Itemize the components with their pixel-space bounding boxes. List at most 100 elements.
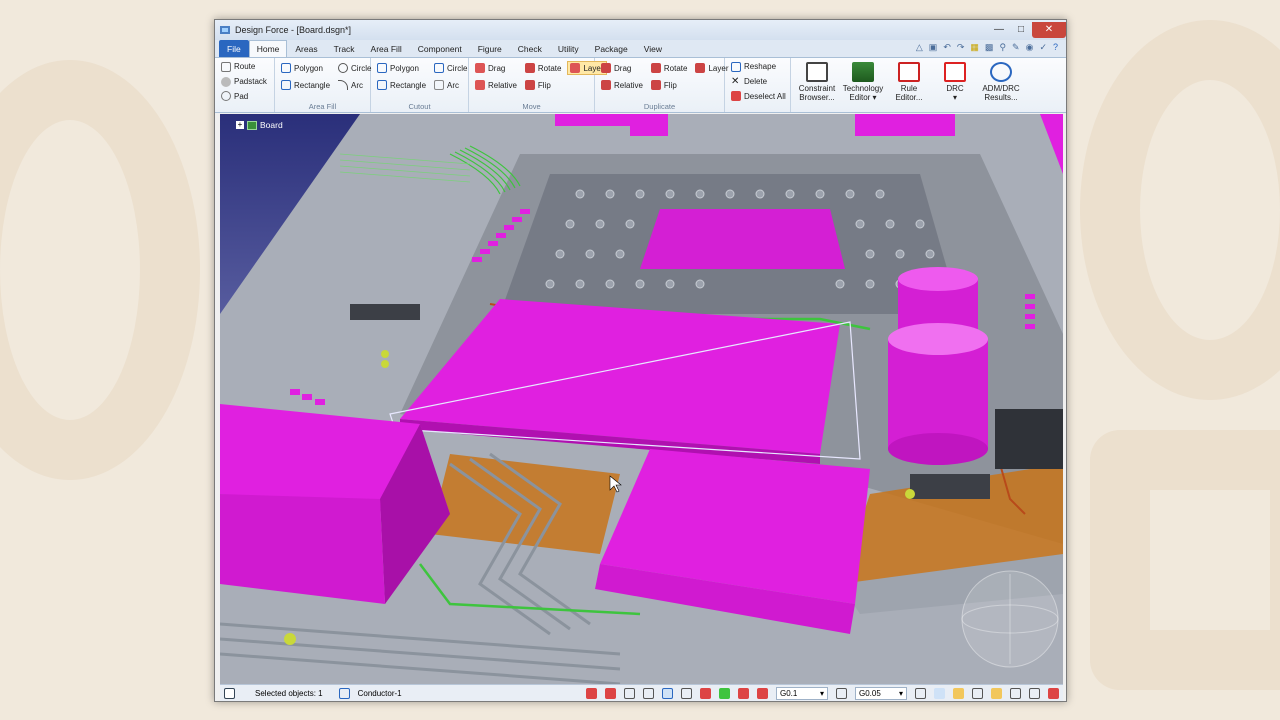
move-flip-button[interactable]: Flip bbox=[523, 78, 564, 92]
route-icon bbox=[221, 61, 231, 72]
network-icon[interactable]: ◉ bbox=[1026, 42, 1034, 53]
zoom-icon[interactable]: ⚲ bbox=[999, 42, 1006, 53]
undo-icon[interactable]: ↶ bbox=[943, 42, 951, 53]
tab-view[interactable]: View bbox=[636, 40, 670, 57]
app-icon bbox=[219, 24, 231, 36]
display-icon[interactable] bbox=[700, 687, 711, 699]
check-icon[interactable] bbox=[757, 687, 768, 699]
area-fill-polygon-button[interactable]: Polygon bbox=[279, 61, 332, 75]
move-drag-button[interactable]: Drag bbox=[473, 61, 519, 75]
reshape-button[interactable]: Reshape bbox=[729, 61, 788, 73]
redo-icon[interactable]: ↷ bbox=[957, 42, 965, 53]
snap-icon[interactable] bbox=[624, 687, 635, 699]
grid-select-1[interactable]: G0.1 ▾ bbox=[776, 686, 828, 700]
3d-icon[interactable] bbox=[934, 687, 945, 699]
circle-icon bbox=[434, 63, 445, 73]
grid-toggle-icon[interactable] bbox=[681, 687, 692, 699]
move-rotate-button[interactable]: Rotate bbox=[523, 61, 564, 75]
duplicate-drag-button[interactable]: Drag bbox=[599, 61, 645, 75]
rotate-icon bbox=[650, 63, 661, 73]
drc-toggle-icon[interactable] bbox=[738, 687, 749, 699]
delete-button[interactable]: ✕ Delete bbox=[729, 76, 788, 88]
rule-editor-icon bbox=[898, 62, 920, 82]
pin-icon[interactable]: ✓ bbox=[1039, 42, 1047, 53]
save-icon[interactable]: ▣ bbox=[929, 42, 938, 53]
drag-icon bbox=[601, 63, 611, 73]
padstack-button[interactable]: Padstack bbox=[219, 76, 269, 88]
tool-icon[interactable] bbox=[1029, 687, 1040, 699]
tab-file[interactable]: File bbox=[219, 40, 249, 57]
layers-icon[interactable] bbox=[991, 687, 1002, 699]
drc-button[interactable]: DRC ▾ bbox=[933, 62, 977, 102]
move-group: Drag Relative Rotate Flip Layer Move bbox=[469, 58, 607, 112]
duplicate-flip-button[interactable]: Flip bbox=[649, 78, 690, 92]
maximize-button[interactable]: □ bbox=[1010, 22, 1032, 38]
close-button[interactable]: ✕ bbox=[1032, 22, 1066, 38]
mode-icon[interactable] bbox=[224, 687, 235, 699]
tab-utility[interactable]: Utility bbox=[550, 40, 587, 57]
lock-icon[interactable] bbox=[605, 687, 616, 699]
deselect-icon bbox=[731, 91, 741, 102]
circle-icon bbox=[338, 63, 349, 73]
deselect-all-button[interactable]: Deselect All bbox=[729, 90, 788, 102]
tab-areas[interactable]: Areas bbox=[287, 40, 325, 57]
selected-objects-text: Selected objects: 1 bbox=[255, 688, 323, 698]
view-icon[interactable] bbox=[915, 687, 926, 699]
move-group-label: Move bbox=[522, 102, 541, 111]
pad-button[interactable]: Pad bbox=[219, 90, 269, 102]
cutout-circle-button[interactable]: Circle bbox=[432, 61, 469, 75]
duplicate-rotate-button[interactable]: Rotate bbox=[649, 61, 690, 75]
tab-home[interactable]: Home bbox=[248, 40, 288, 57]
tab-area-fill[interactable]: Area Fill bbox=[363, 40, 410, 57]
filter-icon[interactable] bbox=[586, 687, 597, 699]
wifi-icon[interactable] bbox=[662, 687, 673, 699]
delete-icon: ✕ bbox=[731, 75, 740, 87]
area-fill-circle-button[interactable]: Circle bbox=[336, 61, 373, 75]
adm-drc-results-button[interactable]: ADM/DRC Results... bbox=[979, 62, 1023, 102]
collapse-ribbon-icon[interactable]: △ bbox=[916, 42, 923, 53]
report-icon[interactable] bbox=[972, 687, 983, 699]
edit-group: Reshape ✕ Delete Deselect All bbox=[725, 58, 791, 112]
rectangle-icon bbox=[281, 80, 291, 90]
help-icon[interactable]: ? bbox=[1053, 42, 1058, 53]
grid-icon[interactable] bbox=[836, 687, 847, 699]
tab-check[interactable]: Check bbox=[510, 40, 550, 57]
rule-editor-button[interactable]: Rule Editor... bbox=[887, 62, 931, 102]
cutout-rectangle-button[interactable]: Rectangle bbox=[375, 78, 428, 92]
tab-component[interactable]: Component bbox=[410, 40, 470, 57]
grid-icon[interactable]: ▦ bbox=[970, 42, 979, 53]
tools-group: Constraint Browser... Technology Editor ▾ … bbox=[791, 58, 1027, 112]
drc-icon bbox=[944, 62, 966, 82]
probe-icon[interactable]: ✎ bbox=[1012, 42, 1020, 53]
tab-track[interactable]: Track bbox=[326, 40, 363, 57]
comment-icon[interactable] bbox=[953, 687, 964, 699]
green-layer-icon[interactable] bbox=[719, 687, 730, 699]
grid-select-2[interactable]: G0.05 ▾ bbox=[855, 686, 907, 700]
cutout-arc-button[interactable]: Arc bbox=[432, 78, 469, 92]
3d-board-view[interactable]: + Board bbox=[220, 114, 1063, 684]
duplicate-relative-button[interactable]: Relative bbox=[599, 78, 645, 92]
measure-icon[interactable] bbox=[643, 687, 654, 699]
tab-figure[interactable]: Figure bbox=[470, 40, 510, 57]
relative-icon bbox=[601, 80, 611, 90]
route-button[interactable]: Route bbox=[219, 61, 269, 73]
ribbon-tabs: File Home Areas Track Area Fill Componen… bbox=[215, 40, 1066, 58]
rectangle-icon bbox=[377, 80, 387, 90]
conductor-icon bbox=[338, 687, 350, 699]
expand-icon[interactable]: + bbox=[236, 121, 244, 129]
cutout-group-label: Cutout bbox=[408, 102, 431, 111]
cutout-polygon-button[interactable]: Polygon bbox=[375, 61, 428, 75]
constraint-browser-button[interactable]: Constraint Browser... bbox=[795, 62, 839, 102]
tree-board-label[interactable]: Board bbox=[260, 120, 283, 130]
area-fill-arc-button[interactable]: Arc bbox=[336, 78, 373, 92]
move-relative-button[interactable]: Relative bbox=[473, 78, 519, 92]
minimize-button[interactable]: — bbox=[988, 22, 1010, 38]
tab-package[interactable]: Package bbox=[587, 40, 636, 57]
window-title: Design Force - [Board.dsgn*] bbox=[235, 25, 352, 35]
area-fill-rectangle-button[interactable]: Rectangle bbox=[279, 78, 332, 92]
design-tree: + Board bbox=[236, 120, 283, 130]
settings-icon[interactable] bbox=[1010, 687, 1021, 699]
technology-editor-button[interactable]: Technology Editor ▾ bbox=[841, 62, 885, 102]
select-icon[interactable]: ▩ bbox=[985, 42, 994, 53]
color-icon[interactable] bbox=[1048, 687, 1059, 699]
